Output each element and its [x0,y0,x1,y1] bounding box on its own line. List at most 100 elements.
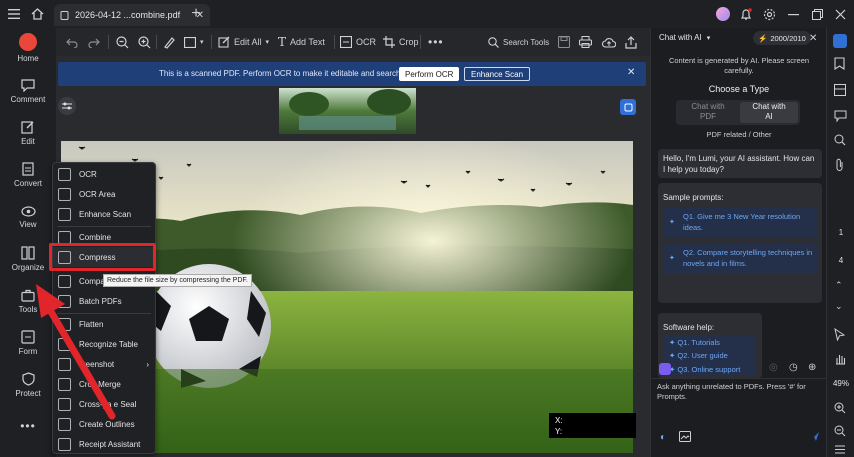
search-tools-label: Search Tools [503,37,550,47]
menu-item-receipt-assistant[interactable]: Receipt Assistant [53,434,155,454]
zoom-out-icon[interactable] [834,425,846,437]
edit-all-button[interactable]: Edit All ▾ [218,28,269,56]
undo-icon[interactable] [66,28,78,56]
chevron-down-icon: ▾ [200,39,204,46]
ocr-label: OCR [356,37,376,47]
bell-icon[interactable] [737,5,755,23]
search-tools-button[interactable]: Search Tools [488,28,549,56]
lightbulb-icon[interactable]: ◐ [660,432,666,443]
sparkle-icon: ✦ [669,255,675,262]
attach-icon[interactable]: ◎ [769,362,778,373]
credits-badge[interactable]: ⚡ 2000/2010 [753,31,811,45]
image-upload-icon[interactable] [679,431,691,442]
toolbar-divider [211,35,212,49]
toolbar-divider [334,35,335,49]
crop-button[interactable]: Crop [383,28,419,56]
new-chat-icon[interactable]: ⊕ [808,362,816,373]
comments-panel-icon[interactable] [834,110,847,122]
chevron-up-icon[interactable]: ⌃ [835,280,843,291]
add-text-button[interactable]: T Add Text [278,28,325,56]
cloud-upload-icon[interactable] [602,28,616,56]
close-window-icon[interactable] [831,5,849,23]
select-cursor-icon[interactable] [834,328,845,341]
toolbar: ▾ Edit All ▾ T Add Text OCR Crop ••• Sea… [56,28,650,56]
current-page-number[interactable]: 1 [827,228,854,237]
software-help-title: Software help: [663,323,715,332]
bookmark-icon[interactable] [834,57,845,70]
help-link-user-guide[interactable]: ✦ Q2. User guide [669,350,728,361]
minimize-icon[interactable] [784,5,802,23]
home-icon[interactable] [28,5,46,23]
zoom-level[interactable]: 49% [827,379,854,388]
redo-icon[interactable] [88,28,100,56]
gear-icon[interactable] [760,5,778,23]
ai-assist-button[interactable] [620,99,636,115]
menu-item-ocr-area[interactable]: OCR Area [53,184,155,204]
sidebar-item-convert[interactable]: Convert [0,157,56,193]
hand-tool-icon[interactable] [834,353,846,365]
chevron-down-icon[interactable]: ⌄ [835,301,843,312]
sidebar-item-label: Organize [11,263,45,272]
prompt-library-icon[interactable] [659,363,671,375]
adjust-view-button[interactable] [58,97,76,115]
ocr-area-icon [58,187,71,201]
perform-ocr-button[interactable]: Perform OCR [399,67,460,81]
coordinates-readout: X: Y: [549,413,636,438]
highlighter-icon[interactable] [163,28,175,56]
close-banner-icon[interactable]: ✕ [627,67,635,78]
sidebar-item-label: View [19,219,37,229]
sidebar-item-home[interactable]: Home [0,30,56,66]
menu-item-enhance-scan[interactable]: Enhance Scan [53,204,155,224]
file-icon [60,10,69,20]
share-icon[interactable] [625,28,637,56]
rectangle-icon [184,36,196,48]
chat-type-toggle: Chat with PDF Chat with AI [676,100,800,125]
search-panel-icon[interactable] [834,134,846,146]
help-link-tutorials[interactable]: ✦ Q1. Tutorials [669,337,720,348]
menu-item-label: Enhance Scan [79,209,132,219]
sidebar-item-comment[interactable]: Comment [0,73,56,109]
print-icon[interactable] [579,28,592,56]
chat-with-ai-option[interactable]: Chat with AI [740,102,798,123]
sidebar-item-edit[interactable]: Edit [0,115,56,151]
bolt-icon: ⚡ [758,33,768,43]
option-label-line1: Chat with [752,102,786,111]
chat-with-pdf-option[interactable]: Chat with PDF [678,102,738,123]
chat-mode-selector[interactable]: Chat with AI ▾ [659,33,710,42]
search-icon [488,36,499,48]
menu-item-ocr[interactable]: OCR [53,164,155,184]
eye-icon [20,205,36,217]
pages-icon[interactable] [834,84,846,96]
chat-input[interactable]: Ask anything unrelated to PDFs. Press '#… [657,382,819,402]
sidebar-item-organize[interactable]: Organize [0,241,56,277]
ocr-icon [340,36,352,48]
menu-icon[interactable] [5,5,23,23]
tab-title: 2026-04-12 ...combine.pdf [75,10,181,20]
zoom-out-icon[interactable] [116,28,129,56]
ocr-button[interactable]: OCR [340,28,376,56]
chevron-down-icon: ▾ [706,34,711,42]
chat-mode-label: Chat with AI [659,33,702,42]
restore-icon[interactable] [808,5,826,23]
shape-tool-button[interactable]: ▾ [184,28,204,56]
sidebar-item-view[interactable]: View [0,199,56,235]
send-icon[interactable] [809,431,820,442]
new-tab-button[interactable]: + [187,5,205,23]
ai-assistant-icon[interactable] [833,34,847,48]
sample-prompt-2[interactable]: ✦ Q2. Compare storytelling techniques in… [663,244,817,274]
zoom-in-icon[interactable] [138,28,151,56]
fit-page-icon[interactable] [834,445,846,454]
save-icon[interactable] [558,28,570,56]
close-chat-icon[interactable]: ✕ [809,33,817,44]
attachment-icon[interactable] [835,158,845,171]
history-icon[interactable]: ◷ [789,362,798,373]
more-tools-icon[interactable]: ••• [428,28,444,56]
sample-prompt-1[interactable]: ✦ Q1. Give me 3 New Year resolution idea… [663,208,817,238]
help-link-online-support[interactable]: ✦ Q3. Online support [669,364,740,375]
avatar[interactable] [716,7,730,21]
choose-type-heading: Choose a Type [708,84,770,94]
title-bar: 2026-04-12 ...combine.pdf ✕ + [0,0,854,28]
enhance-scan-button[interactable]: Enhance Scan [464,67,531,81]
red-arrow-annotation [36,284,116,420]
zoom-in-icon[interactable] [834,402,846,414]
